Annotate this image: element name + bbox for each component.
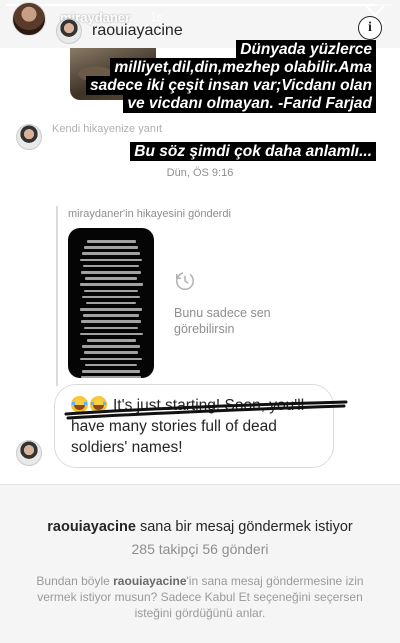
request-description: Bundan böyle raouiayacine'in sana mesaj … [30,573,370,621]
request-title-suffix: sana bir mesaj göndermek istiyor [135,519,353,535]
caption-line-5: Bu söz şimdi çok daha anlamlı... [130,142,376,161]
sender-avatar [16,124,42,150]
reply-indicator-bar [56,206,58,386]
request-stats: 285 takipçi 56 gönderi [131,541,269,557]
dm-avatar[interactable] [56,18,82,44]
story-reply-label: miraydaner'in hikayesini gönderdi [68,208,231,220]
message-bubble[interactable]: It's just starting! Soon, you'll have ma… [54,384,334,468]
request-desc-prefix: Bundan böyle [36,574,114,588]
private-story-note: Bunu sadece sen görebilirsin [174,270,284,337]
request-desc-username: raouiayacine [113,574,187,588]
shared-story-thumbnail[interactable] [68,228,154,378]
info-icon[interactable]: i [358,16,382,40]
story-progress-fill [6,4,375,6]
dm-username[interactable]: raouiayacine [92,22,183,40]
caption-line-2: milliyet,dil,din,mezhep olabilir.Ama [110,58,376,77]
sender-avatar-bottom [16,440,42,466]
private-note-text: Bunu sadece sen görebilirsin [174,306,271,336]
story-author-avatar[interactable] [12,2,46,36]
message-timestamp: Dün, ÖS 9:16 [166,167,234,179]
story-progress-bar [6,4,394,6]
request-username[interactable]: raouiayacine [47,519,136,535]
caption-line-1: Dünyada yüzlerce [236,40,376,59]
request-title: raouiayacine sana bir mesaj göndermek is… [0,519,400,535]
caption-line-3: sadece iki çeşit insan var;Vicdanı olan [86,76,376,95]
history-icon [176,272,194,290]
underline-scribble [64,400,348,420]
caption-line-4: ve vicdanı olmayan. -Farid Farjad [123,94,376,113]
reply-ghost-text: Kendi hikayenize yanıt [52,123,163,135]
story-screen: Kendi hikayenize yanıt Dün, ÖS 9:16 mira… [0,0,400,643]
message-request-panel: raouiayacine sana bir mesaj göndermek is… [0,484,400,643]
